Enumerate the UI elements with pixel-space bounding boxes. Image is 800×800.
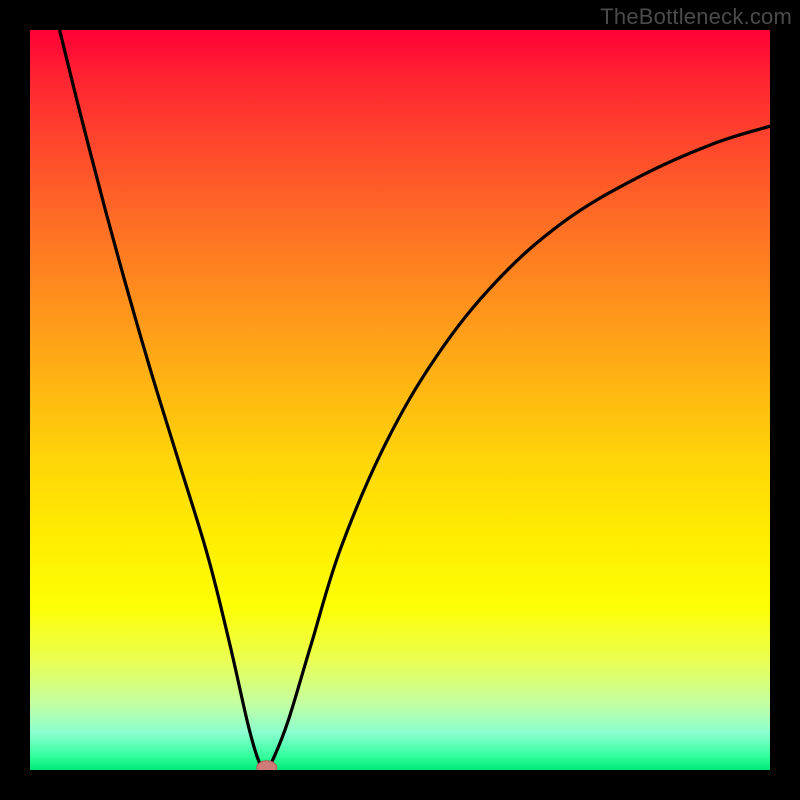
plot-area xyxy=(30,30,770,770)
chart-frame: TheBottleneck.com xyxy=(0,0,800,800)
bottleneck-curve xyxy=(30,30,770,769)
watermark-text: TheBottleneck.com xyxy=(600,4,792,30)
curve-layer xyxy=(30,30,770,770)
